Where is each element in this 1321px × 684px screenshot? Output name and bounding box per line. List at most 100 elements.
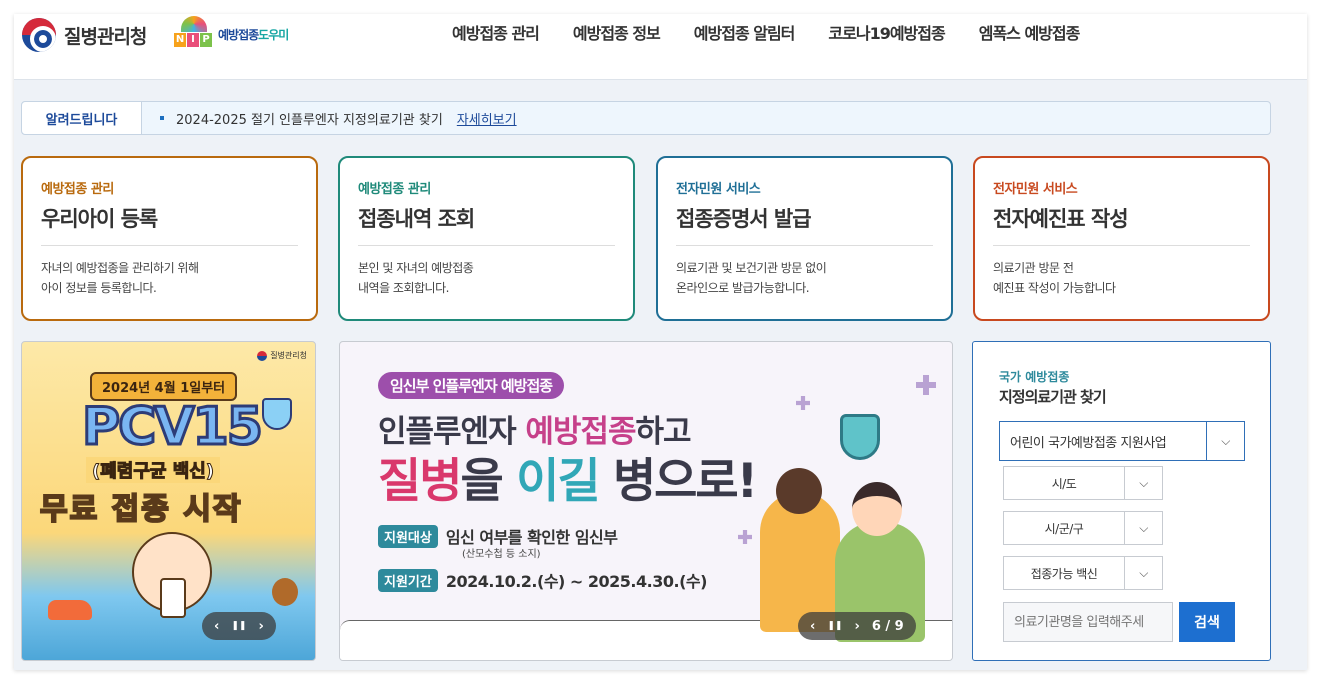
- card-title: 전자예진표 작성: [993, 203, 1250, 246]
- banner-free-text: 무료 접종 시작: [39, 484, 243, 528]
- notice-message[interactable]: 2024-2025 절기 인플루엔자 지정의료기관 찾기: [176, 109, 443, 128]
- nav-mpox-vaccination[interactable]: 엠폭스 예방접종: [979, 20, 1081, 44]
- nip-letter: N: [174, 33, 186, 47]
- card-description: 자녀의 예방접종을 관리하기 위해아이 정보를 등록합니다.: [41, 258, 298, 298]
- sido-select-value: 시/도: [1051, 476, 1077, 491]
- finder-title: 지정의료기관 찾기: [999, 388, 1107, 406]
- card-title: 접종내역 조회: [358, 203, 615, 246]
- nip-service-name: 예방접종도우미: [218, 26, 289, 43]
- banner-line2: 질병을 이길 병으로!: [378, 442, 758, 511]
- target-label: 지원대상: [378, 524, 438, 548]
- pause-icon[interactable]: ❚❚: [231, 621, 246, 631]
- card-desc-line: 온라인으로 발급가능합니다.: [676, 281, 810, 295]
- chevron-down-icon: ⌵: [1206, 422, 1244, 460]
- agency-name: 질병관리청: [64, 25, 147, 48]
- banner-free-b: 시작: [182, 491, 243, 528]
- line2-c: 이길: [516, 454, 600, 509]
- slide-counter: 6 / 9: [871, 618, 904, 634]
- nip-logo[interactable]: N I P 예방접종도우미: [174, 16, 289, 52]
- card-desc-line: 아이 정보를 등록합니다.: [41, 281, 157, 295]
- card-category: 전자민원 서비스: [993, 182, 1078, 197]
- card-description: 의료기관 및 보건기관 방문 없이온라인으로 발급가능합니다.: [676, 258, 933, 298]
- slider-controls: ‹ ❚❚ ›: [202, 612, 276, 640]
- card-child-registration[interactable]: 예방접종 관리 우리아이 등록 자녀의 예방접종을 관리하기 위해아이 정보를 …: [21, 156, 318, 321]
- card-desc-line: 예진표 작성이 가능합니다: [993, 281, 1116, 295]
- nip-name-b: 도우미: [258, 27, 289, 42]
- card-category: 전자민원 서비스: [676, 182, 761, 197]
- card-title: 접종증명서 발급: [676, 203, 933, 246]
- clinic-finder: 국가 예방접종 지정의료기관 찾기 어린이 국가예방접종 지원사업 ⌵ 시/도 …: [972, 341, 1271, 661]
- site-header: 질병관리청 N I P 예방접종도우미 예방접종 관리 예방접종 정보 예방접종…: [14, 14, 1307, 80]
- influenza-banner[interactable]: 임신부 인플루엔자 예방접종 인플루엔자 예방접종하고 질병을 이길 병으로! …: [339, 341, 953, 661]
- plus-decor-icon: [916, 375, 936, 395]
- toy-car-illustration: [48, 600, 92, 620]
- pcv15-banner[interactable]: 질병관리청 2024년 4월 1일부터 PCV15 (폐렴구균 백신) 무료 접…: [21, 341, 316, 661]
- banner-subline: (폐렴구균 백신): [86, 457, 221, 483]
- notice-tag: 알려드립니다: [22, 102, 142, 134]
- card-category: 예방접종 관리: [41, 182, 114, 197]
- card-certificate-issue[interactable]: 전자민원 서비스 접종증명서 발급 의료기관 및 보건기관 방문 없이온라인으로…: [656, 156, 953, 321]
- banner-agency-mark: 질병관리청: [257, 350, 307, 361]
- kdca-logo[interactable]: 질병관리청: [22, 18, 147, 52]
- card-desc-line: 본인 및 자녀의 예방접종: [358, 261, 474, 275]
- chevron-left-icon[interactable]: ‹: [214, 619, 219, 634]
- pause-icon[interactable]: ❚❚: [827, 621, 842, 631]
- card-desc-line: 의료기관 및 보건기관 방문 없이: [676, 261, 827, 275]
- woman-head-illustration: [776, 468, 822, 514]
- nav-vaccination-notices[interactable]: 예방접종 알림터: [694, 20, 796, 44]
- banner-free-a: 무료 접종: [39, 491, 171, 528]
- shield-check-icon: [262, 398, 292, 430]
- chevron-right-icon[interactable]: ›: [854, 619, 859, 634]
- nav-vaccination-info[interactable]: 예방접종 정보: [573, 20, 661, 44]
- vaccine-select-value: 접종가능 백신: [1030, 566, 1098, 581]
- sido-select[interactable]: 시/도 ⌵: [1003, 466, 1163, 500]
- vaccine-select[interactable]: 접종가능 백신 ⌵: [1003, 556, 1163, 590]
- nip-name-a: 예방접종: [218, 27, 259, 42]
- banner-agency-name: 질병관리청: [270, 351, 307, 360]
- chevron-right-icon[interactable]: ›: [258, 619, 263, 634]
- program-select-value: 어린이 국가예방접종 지원사업: [1010, 435, 1167, 451]
- card-desc-line: 자녀의 예방접종을 관리하기 위해: [41, 261, 199, 275]
- sigungu-select[interactable]: 시/군/구 ⌵: [1003, 511, 1163, 545]
- man-head-illustration: [852, 482, 902, 536]
- shield-check-icon: [840, 414, 880, 460]
- slider-controls: ‹ ❚❚ › 6 / 9: [798, 612, 916, 640]
- nip-letter: I: [187, 33, 199, 47]
- finder-category: 국가 예방접종: [999, 370, 1070, 384]
- clinic-name-input[interactable]: [1003, 602, 1173, 642]
- nav-covid19-vaccination[interactable]: 코로나19예방접종: [828, 20, 945, 44]
- nip-letter: P: [200, 33, 212, 47]
- card-desc-line: 내역을 조회합니다.: [358, 281, 449, 295]
- line2-b: 을: [460, 454, 517, 509]
- chevron-left-icon[interactable]: ‹: [810, 619, 815, 634]
- sigungu-select-value: 시/군/구: [1044, 521, 1084, 536]
- plus-decor-icon: [796, 396, 810, 410]
- banner-headline: PCV15: [81, 396, 265, 459]
- page-frame: 질병관리청 N I P 예방접종도우미 예방접종 관리 예방접종 정보 예방접종…: [14, 14, 1307, 670]
- period-label: 지원기간: [378, 568, 438, 592]
- card-history-lookup[interactable]: 예방접종 관리 접종내역 조회 본인 및 자녀의 예방접종내역을 조회합니다.: [338, 156, 635, 321]
- nav-vaccination-management[interactable]: 예방접종 관리: [452, 20, 540, 44]
- vaccine-bottle-illustration: [160, 578, 186, 618]
- chevron-down-icon: ⌵: [1124, 557, 1162, 589]
- bullet-icon: [160, 116, 164, 120]
- nip-sunburst-icon: N I P: [174, 16, 214, 52]
- chevron-down-icon: ⌵: [1124, 467, 1162, 499]
- banner-pill: 임신부 인플루엔자 예방접종: [378, 372, 565, 399]
- notice-bar: 알려드립니다 2024-2025 절기 인플루엔자 지정의료기관 찾기 자세히보…: [21, 101, 1271, 135]
- card-description: 본인 및 자녀의 예방접종내역을 조회합니다.: [358, 258, 615, 298]
- search-button[interactable]: 검색: [1179, 602, 1235, 642]
- line2-d: 병으로!: [598, 454, 758, 509]
- taegeuk-emblem-icon: [22, 18, 56, 52]
- period-row: 지원기간 2024.10.2.(수) ~ 2025.4.30.(수): [378, 568, 707, 592]
- period-value: 2024.10.2.(수) ~ 2025.4.30.(수): [445, 572, 708, 591]
- card-title: 우리아이 등록: [41, 203, 298, 246]
- card-description: 의료기관 방문 전 예진표 작성이 가능합니다: [993, 258, 1250, 298]
- program-select[interactable]: 어린이 국가예방접종 지원사업 ⌵: [999, 421, 1245, 461]
- taegeuk-emblem-icon: [257, 350, 268, 361]
- card-e-questionnaire[interactable]: 전자민원 서비스 전자예진표 작성 의료기관 방문 전 예진표 작성이 가능합니다: [973, 156, 1270, 321]
- card-category: 예방접종 관리: [358, 182, 431, 197]
- teddy-bear-illustration: [272, 578, 298, 606]
- chevron-down-icon: ⌵: [1124, 512, 1162, 544]
- notice-more-link[interactable]: 자세히보기: [457, 109, 517, 128]
